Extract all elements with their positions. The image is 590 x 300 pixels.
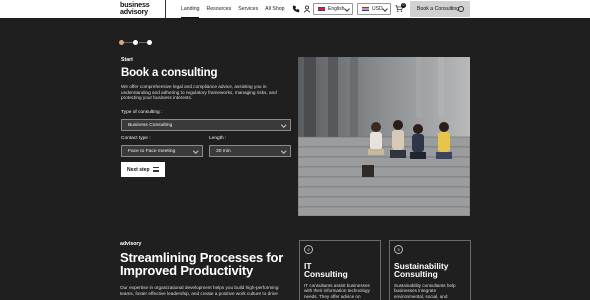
currency-value: USD (372, 6, 383, 12)
calendar-icon (458, 6, 464, 12)
top-navbar: business advisory Landing Resources Serv… (0, 0, 590, 18)
contact-type-select[interactable]: Face to Face meeting (121, 145, 203, 157)
contact-type-value: Face to Face meeting (128, 148, 176, 154)
consulting-type-value: Business Consulting (128, 122, 173, 128)
nav-all-shop[interactable]: All Shop (265, 0, 284, 18)
consulting-type-select[interactable]: Business Consulting (121, 119, 291, 131)
list-icon (153, 167, 159, 172)
next-step-button[interactable]: Next step (121, 162, 165, 177)
service-card[interactable]: 2 IT Consulting IT consultants assist bu… (299, 240, 381, 300)
logo-line-2: advisory (120, 6, 148, 16)
chevron-down-icon (192, 148, 198, 154)
advisory-title: Streamlining Processes for Improved Prod… (120, 250, 284, 278)
card-title: IT Consulting (304, 262, 376, 279)
booking-stepper (119, 40, 154, 45)
phone-icon[interactable] (292, 5, 300, 13)
nav-landing[interactable]: Landing (181, 0, 200, 18)
length-select[interactable]: 30 min (209, 145, 291, 157)
nav-services[interactable]: Services (238, 0, 258, 18)
booking-description: We offer comprehensive legal and complia… (121, 84, 277, 101)
card-title: Sustainability Consulting (394, 262, 466, 279)
main-nav: Landing Resources Services All Shop (181, 0, 285, 18)
step-dot-1[interactable] (119, 40, 124, 45)
cart-count-badge: 0 (401, 2, 406, 8)
card-description: IT consultants assist businesses with th… (304, 282, 370, 300)
us-flag-icon (362, 6, 369, 12)
card-title-line-2: Consulting (304, 269, 348, 280)
chevron-down-icon (344, 6, 350, 12)
length-label: Length : (209, 136, 227, 141)
step-dot-3[interactable] (147, 40, 152, 45)
card-description: Sustainability consultants help business… (394, 282, 463, 300)
advisory-kicker: advisory (120, 241, 142, 247)
next-step-label: Next step (127, 166, 150, 173)
card-number: 3 (394, 245, 403, 254)
service-card[interactable]: 3 Sustainability Consulting Sustainabili… (389, 240, 471, 300)
logo-divider (165, 0, 166, 18)
language-value: English (328, 6, 345, 12)
book-consulting-button[interactable]: Book a Consulting (410, 1, 470, 17)
card-number: 2 (304, 245, 313, 254)
type-label: Type of consulting : (121, 110, 163, 115)
chevron-down-icon (280, 122, 286, 128)
nav-resources[interactable]: Resources (206, 0, 231, 18)
chevron-down-icon (280, 148, 286, 154)
step-dot-2[interactable] (133, 40, 138, 45)
language-select[interactable]: English (313, 3, 353, 15)
hero-photo (298, 57, 470, 216)
uk-flag-icon (318, 6, 325, 12)
booking-kicker: Start (121, 57, 133, 63)
contact-label: Contact type : (121, 136, 151, 141)
book-consulting-label: Book a Consulting (417, 6, 460, 12)
user-icon[interactable] (303, 5, 311, 13)
chevron-down-icon (382, 6, 388, 12)
currency-select[interactable]: USD (357, 3, 391, 15)
advisory-description: Our expertise in organizational developm… (120, 285, 279, 296)
logo[interactable]: business advisory (120, 1, 152, 16)
card-title-line-2: Consulting (394, 269, 438, 280)
booking-title: Book a consulting (121, 67, 218, 79)
length-value: 30 min (216, 148, 231, 154)
